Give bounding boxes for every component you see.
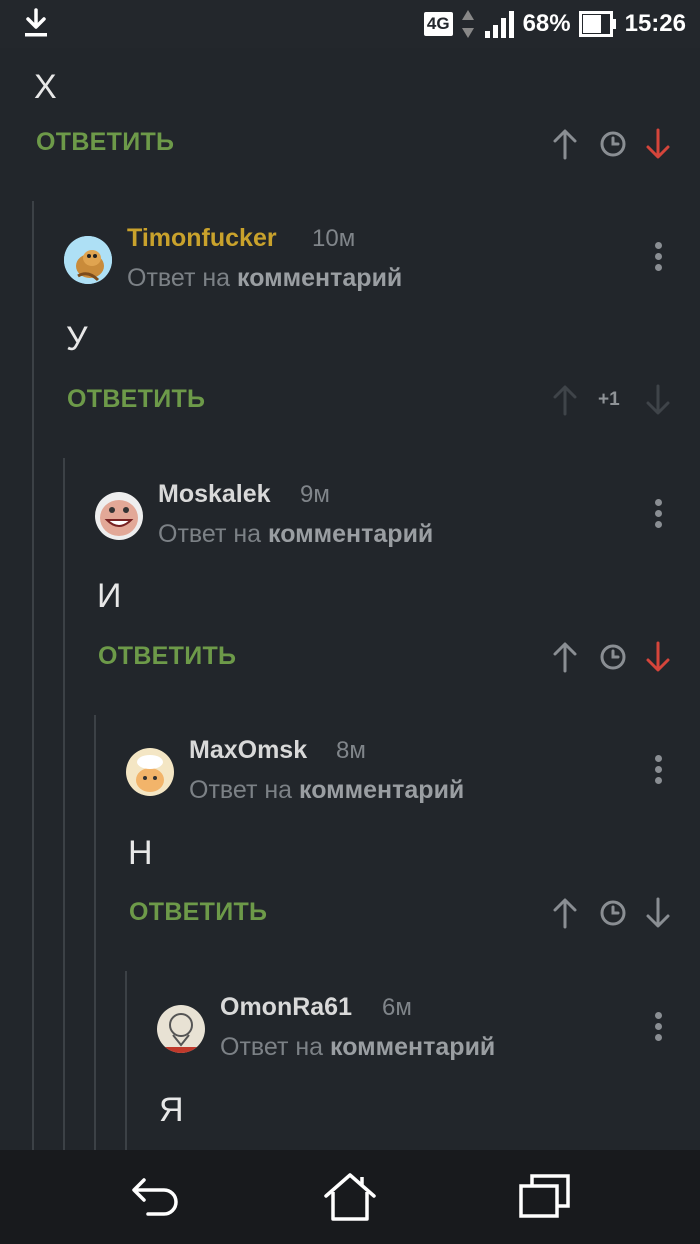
reply-to-prefix: Ответ на [220, 1033, 324, 1061]
comment-thread[interactable]: Х ОТВЕТИТЬ Timonfucker 10м Ответ на комм… [0, 48, 700, 1150]
avatar[interactable] [95, 492, 143, 540]
reply-to-target[interactable]: комментарий [330, 1033, 495, 1061]
avatar[interactable] [157, 1005, 205, 1053]
author-name[interactable]: MaxOmsk [189, 736, 307, 765]
comment-time: 10м [312, 225, 356, 252]
clock-icon[interactable] [599, 130, 627, 158]
comment-text: Я [159, 1091, 184, 1129]
clock-icon[interactable] [599, 643, 627, 671]
reply-to[interactable]: Ответ на комментарий [189, 776, 464, 805]
clock-icon[interactable] [599, 899, 627, 927]
reply-to[interactable]: Ответ на комментарий [127, 264, 402, 293]
thread-line-level-3 [94, 715, 96, 1150]
avatar[interactable] [64, 236, 112, 284]
reply-button[interactable]: ОТВЕТИТЬ [129, 898, 267, 927]
signal-icon [484, 11, 514, 38]
home-icon[interactable] [322, 1172, 378, 1222]
recent-apps-icon[interactable] [518, 1172, 572, 1220]
reply-to-target[interactable]: комментарий [299, 776, 464, 804]
avatar[interactable] [126, 748, 174, 796]
reply-to-prefix: Ответ на [127, 264, 231, 292]
arrow-down-icon[interactable] [645, 128, 671, 160]
thread-line-level-4 [125, 971, 127, 1150]
more-vertical-icon[interactable] [655, 1012, 663, 1041]
reply-to-target[interactable]: комментарий [268, 520, 433, 548]
comment-time: 8м [336, 737, 366, 764]
more-vertical-icon[interactable] [655, 242, 663, 271]
arrow-down-icon[interactable] [645, 897, 671, 929]
thread-line-level-1 [32, 201, 34, 1150]
arrow-up-icon[interactable] [552, 897, 578, 929]
battery-icon [578, 11, 616, 37]
network-type: 4G [423, 12, 453, 36]
comment-text: У [66, 320, 88, 358]
arrow-down-icon[interactable] [645, 384, 671, 416]
comment-time: 9м [300, 481, 330, 508]
comment-score: +1 [598, 389, 620, 410]
comment-time: 6м [382, 994, 412, 1021]
reply-button[interactable]: ОТВЕТИТЬ [36, 128, 174, 157]
arrow-up-icon[interactable] [552, 641, 578, 673]
arrow-up-icon[interactable] [552, 384, 578, 416]
arrow-down-icon[interactable] [645, 641, 671, 673]
battery-percent: 68% [522, 10, 571, 37]
navigation-bar [0, 1150, 700, 1244]
reply-button[interactable]: ОТВЕТИТЬ [98, 642, 236, 671]
download-icon [25, 8, 47, 37]
thread-line-level-2 [63, 458, 65, 1150]
back-icon[interactable] [130, 1172, 182, 1220]
clock-time: 15:26 [624, 10, 686, 37]
reply-to[interactable]: Ответ на комментарий [220, 1033, 495, 1062]
comment-text: И [97, 577, 122, 615]
status-bar: 4G 68% 15:26 [0, 0, 700, 48]
reply-button[interactable]: ОТВЕТИТЬ [67, 385, 205, 414]
reply-to-prefix: Ответ на [189, 776, 293, 804]
more-vertical-icon[interactable] [655, 755, 663, 784]
author-name[interactable]: Moskalek [158, 480, 271, 509]
comment-text: Х [34, 68, 57, 106]
reply-to-target[interactable]: комментарий [237, 264, 402, 292]
reply-to-prefix: Ответ на [158, 520, 262, 548]
author-name[interactable]: Timonfucker [127, 224, 277, 253]
data-arrows-icon [461, 10, 474, 38]
author-name[interactable]: OmonRa61 [220, 993, 352, 1022]
comment-text: Н [128, 834, 153, 872]
reply-to[interactable]: Ответ на комментарий [158, 520, 433, 549]
arrow-up-icon[interactable] [552, 128, 578, 160]
more-vertical-icon[interactable] [655, 499, 663, 528]
